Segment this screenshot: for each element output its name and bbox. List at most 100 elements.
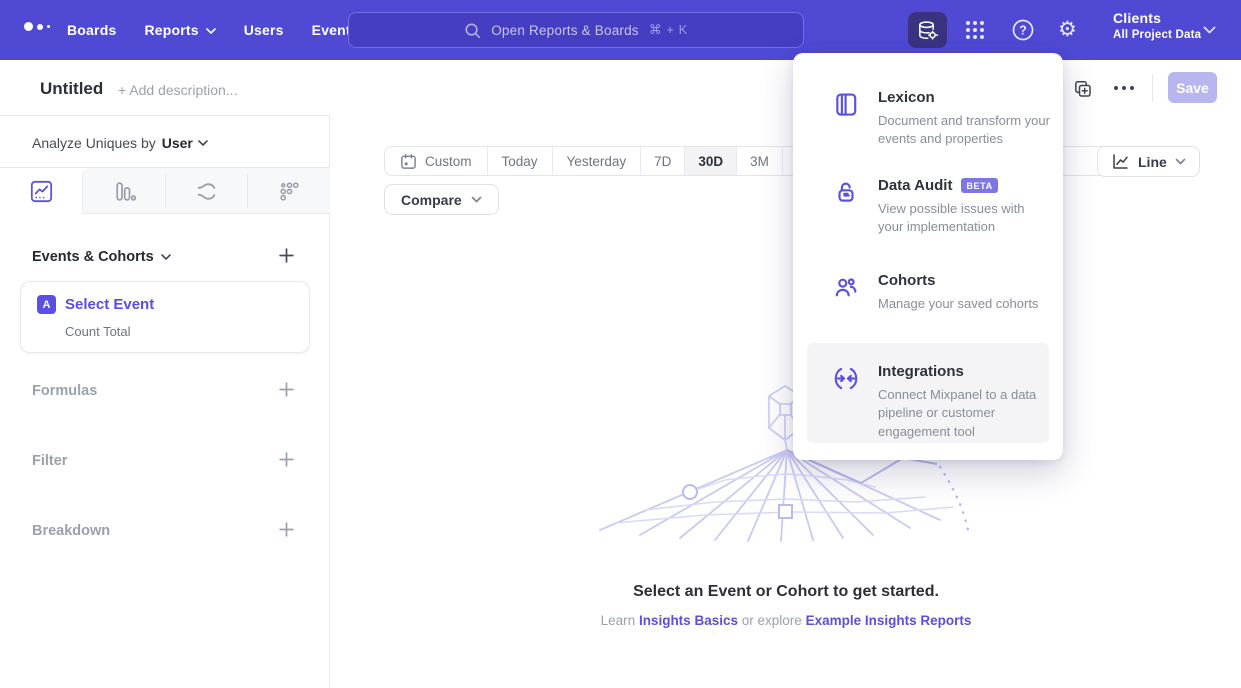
date-range-3m[interactable]: 3M [737, 147, 783, 175]
top-nav: Boards Reports Users Events Open Reports… [0, 0, 1241, 60]
lexicon-book-icon [833, 89, 859, 149]
global-search-input[interactable]: Open Reports & Boards ⌘ + K [348, 12, 804, 48]
chevron-down-icon [161, 254, 171, 260]
menu-item-title: Integrations [878, 363, 1053, 380]
menu-item-description: View possible issues with your implement… [878, 200, 1053, 237]
chevron-down-icon [206, 28, 216, 34]
menu-item-data-audit[interactable]: Data AuditBETA View possible issues with… [833, 177, 1053, 237]
date-range-7d[interactable]: 7D [641, 147, 685, 175]
date-range-today[interactable]: Today [488, 147, 553, 175]
chevron-down-icon [1175, 158, 1186, 165]
query-builder-sidebar: Analyze Uniques by User [0, 115, 330, 688]
date-range-label: 30D [698, 154, 723, 169]
chart-type-dropdown[interactable]: Line [1097, 146, 1200, 177]
help-button[interactable]: ? [1011, 18, 1035, 42]
flows-icon [194, 179, 219, 204]
plus-icon [278, 247, 295, 264]
date-range-30d[interactable]: 30D [685, 147, 737, 175]
project-selector[interactable]: Clients All Project Data [1113, 10, 1201, 41]
line-chart-icon [1111, 152, 1130, 171]
menu-item-integrations[interactable]: Integrations Connect Mixpanel to a data … [833, 363, 1053, 441]
date-range-custom[interactable]: Custom [385, 147, 488, 175]
menu-item-title: Lexicon [878, 89, 1053, 106]
insights-basics-link[interactable]: Insights Basics [639, 613, 738, 628]
search-icon [464, 22, 481, 39]
empty-state-title: Select an Event or Cohort to get started… [331, 583, 1241, 601]
project-scope: All Project Data [1113, 29, 1201, 41]
analyze-uniques-row: Analyze Uniques by User [32, 135, 208, 151]
formulas-section-label: Formulas [32, 383, 97, 399]
report-canvas: Custom Today Yesterday 7D 30D 3M 6M 12M … [331, 115, 1241, 688]
duplicate-button[interactable] [1073, 79, 1093, 99]
date-range-label: Today [502, 154, 538, 169]
date-range-yesterday[interactable]: Yesterday [553, 147, 642, 175]
event-row-card[interactable]: A Select Event Count Total [20, 281, 310, 353]
nav-item-reports[interactable]: Reports [144, 22, 215, 38]
menu-item-title: Data AuditBETA [878, 177, 1053, 194]
analyze-value: User [162, 135, 193, 151]
nav-item-label: Reports [144, 22, 198, 38]
menu-item-description: Connect Mixpanel to a data pipeline or c… [878, 386, 1053, 441]
tab-retention[interactable] [248, 168, 330, 214]
chevron-down-icon [198, 140, 208, 146]
report-description-placeholder[interactable]: + Add description... [118, 82, 237, 98]
add-event-button[interactable] [278, 247, 295, 264]
events-cohorts-label: Events & Cohorts [32, 249, 154, 265]
add-formula-button[interactable] [278, 381, 295, 398]
chevron-down-icon [471, 196, 482, 203]
plus-icon [278, 521, 295, 538]
compare-label: Compare [401, 192, 462, 208]
nav-item-label: Users [244, 22, 284, 38]
tab-flows[interactable] [165, 168, 247, 214]
date-range-label: 3M [750, 154, 769, 169]
data-management-button[interactable] [908, 12, 947, 48]
event-letter-badge: A [37, 295, 56, 314]
data-management-dropdown: Lexicon Document and transform your even… [793, 53, 1063, 460]
search-placeholder: Open Reports & Boards [491, 23, 639, 38]
chevron-down-icon [1203, 26, 1216, 34]
subtitle-text: or explore [742, 613, 802, 628]
save-button[interactable]: Save [1168, 72, 1217, 103]
nav-item-label: Boards [67, 22, 116, 38]
apps-grid-icon [963, 18, 987, 42]
org-name: Clients [1113, 10, 1201, 26]
events-cohorts-header[interactable]: Events & Cohorts [32, 249, 171, 265]
search-shortcut: ⌘ + K [649, 22, 688, 38]
analyze-value-dropdown[interactable]: User [162, 135, 208, 151]
plus-icon [278, 451, 295, 468]
compare-dropdown[interactable]: Compare [384, 184, 499, 215]
count-total-label[interactable]: Count Total [65, 324, 131, 339]
gear-icon: ⚙ [1058, 17, 1077, 41]
nav-item-boards[interactable]: Boards [67, 22, 116, 38]
tab-insights[interactable] [0, 168, 82, 214]
menu-item-description: Document and transform your events and p… [878, 112, 1053, 149]
apps-grid-button[interactable] [963, 18, 987, 42]
funnels-bars-icon [112, 179, 137, 204]
plus-icon [278, 381, 295, 398]
integrations-arrows-icon [833, 363, 859, 441]
chart-type-label: Line [1138, 154, 1167, 170]
breakdown-section-label: Breakdown [32, 523, 110, 539]
example-insights-reports-link[interactable]: Example Insights Reports [806, 613, 972, 628]
more-options-button[interactable] [1114, 86, 1134, 90]
data-audit-lock-icon [833, 177, 859, 237]
mixpanel-logo[interactable] [24, 22, 50, 31]
settings-button[interactable]: ⚙ [1058, 17, 1077, 41]
retention-dots-icon [277, 179, 302, 204]
add-breakdown-button[interactable] [278, 521, 295, 538]
subtitle-text: Learn [601, 613, 636, 628]
select-event-label[interactable]: Select Event [65, 296, 154, 313]
beta-badge: BETA [961, 178, 997, 193]
menu-item-cohorts[interactable]: Cohorts Manage your saved cohorts [833, 272, 1053, 313]
nav-item-users[interactable]: Users [244, 22, 284, 38]
cohorts-people-icon [833, 272, 859, 313]
date-range-label: 7D [654, 154, 671, 169]
menu-item-title: Cohorts [878, 272, 1053, 289]
date-range-label: Yesterday [567, 154, 627, 169]
analyze-label: Analyze Uniques by [32, 135, 156, 151]
tab-funnels[interactable] [83, 168, 165, 214]
report-title[interactable]: Untitled [40, 79, 103, 99]
add-filter-button[interactable] [278, 451, 295, 468]
copy-icon [1073, 79, 1093, 99]
menu-item-lexicon[interactable]: Lexicon Document and transform your even… [833, 89, 1053, 149]
